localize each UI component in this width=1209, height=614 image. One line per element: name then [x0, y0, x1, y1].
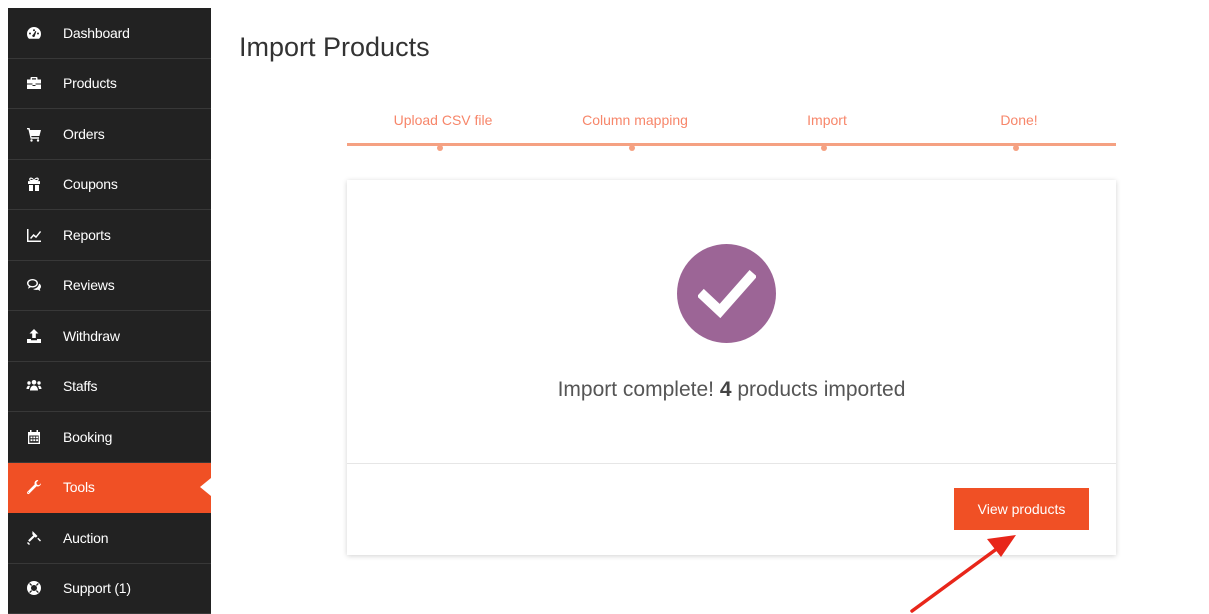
success-badge — [677, 244, 776, 343]
sidebar-item-label: Withdraw — [63, 327, 120, 344]
step-marker — [1013, 145, 1019, 151]
step-marker — [437, 145, 443, 151]
step-column-mapping: Column mapping — [582, 112, 688, 128]
sidebar-item-label: Dashboard — [63, 24, 130, 41]
comments-icon — [25, 276, 43, 294]
step-upload-csv: Upload CSV file — [393, 112, 493, 128]
sidebar-item-support[interactable]: Support (1) — [8, 564, 211, 614]
sidebar-item-label: Orders — [63, 125, 105, 142]
sidebar-item-label: Staffs — [63, 378, 98, 395]
stepper-progress-line — [347, 143, 1116, 146]
sidebar-item-staffs[interactable]: Staffs — [8, 362, 211, 412]
sidebar-item-label: Reviews — [63, 277, 115, 294]
sidebar-item-reviews[interactable]: Reviews — [8, 261, 211, 311]
sidebar-item-dashboard[interactable]: Dashboard — [8, 8, 211, 59]
import-result-card: Import complete! 4 products imported Vie… — [347, 180, 1116, 555]
result-suffix: products imported — [731, 378, 906, 401]
step-marker — [821, 145, 827, 151]
sidebar-item-auction[interactable]: Auction — [8, 513, 211, 564]
import-stepper: Upload CSV file Column mapping Import Do… — [347, 112, 1116, 152]
sidebar-item-label: Products — [63, 75, 117, 92]
gavel-icon — [25, 529, 43, 547]
sidebar-item-label: Coupons — [63, 176, 118, 193]
card-divider — [347, 463, 1116, 464]
step-import: Import — [807, 112, 847, 128]
annotation-arrow — [910, 535, 1016, 613]
sidebar-item-label: Booking — [63, 428, 113, 445]
briefcase-icon — [25, 74, 43, 92]
sidebar-item-booking[interactable]: Booking — [8, 412, 211, 463]
sidebar-item-withdraw[interactable]: Withdraw — [8, 311, 211, 362]
imported-count: 4 — [719, 378, 732, 401]
sidebar-item-label: Reports — [63, 226, 111, 243]
sidebar-item-reports[interactable]: Reports — [8, 210, 211, 261]
step-done: Done! — [1000, 112, 1038, 128]
sidebar-item-products[interactable]: Products — [8, 59, 211, 109]
sidebar-item-label: Support (1) — [63, 580, 131, 597]
sidebar-item-orders[interactable]: Orders — [8, 109, 211, 160]
calendar-icon — [25, 428, 43, 446]
upload-icon — [25, 327, 43, 345]
sidebar-item-coupons[interactable]: Coupons — [8, 160, 211, 210]
view-products-button[interactable]: View products — [954, 488, 1089, 530]
sidebar-item-tools[interactable]: Tools — [8, 462, 211, 513]
import-result-message: Import complete! 4 products imported — [347, 378, 1116, 402]
users-icon — [25, 377, 43, 395]
life-ring-icon — [25, 579, 43, 597]
dashboard-icon — [25, 24, 43, 42]
checkmark-icon — [697, 269, 756, 318]
page-title: Import Products — [239, 32, 430, 62]
sidebar-item-label: Auction — [63, 529, 109, 546]
wrench-icon — [25, 478, 43, 496]
sidebar-item-label: Tools — [63, 479, 95, 496]
result-prefix: Import complete! — [557, 378, 720, 401]
gift-icon — [25, 175, 43, 193]
cart-icon — [25, 125, 43, 143]
line-chart-icon — [25, 226, 43, 244]
sidebar: Dashboard Products Orders Coupons Report… — [8, 8, 211, 614]
step-marker — [629, 145, 635, 151]
